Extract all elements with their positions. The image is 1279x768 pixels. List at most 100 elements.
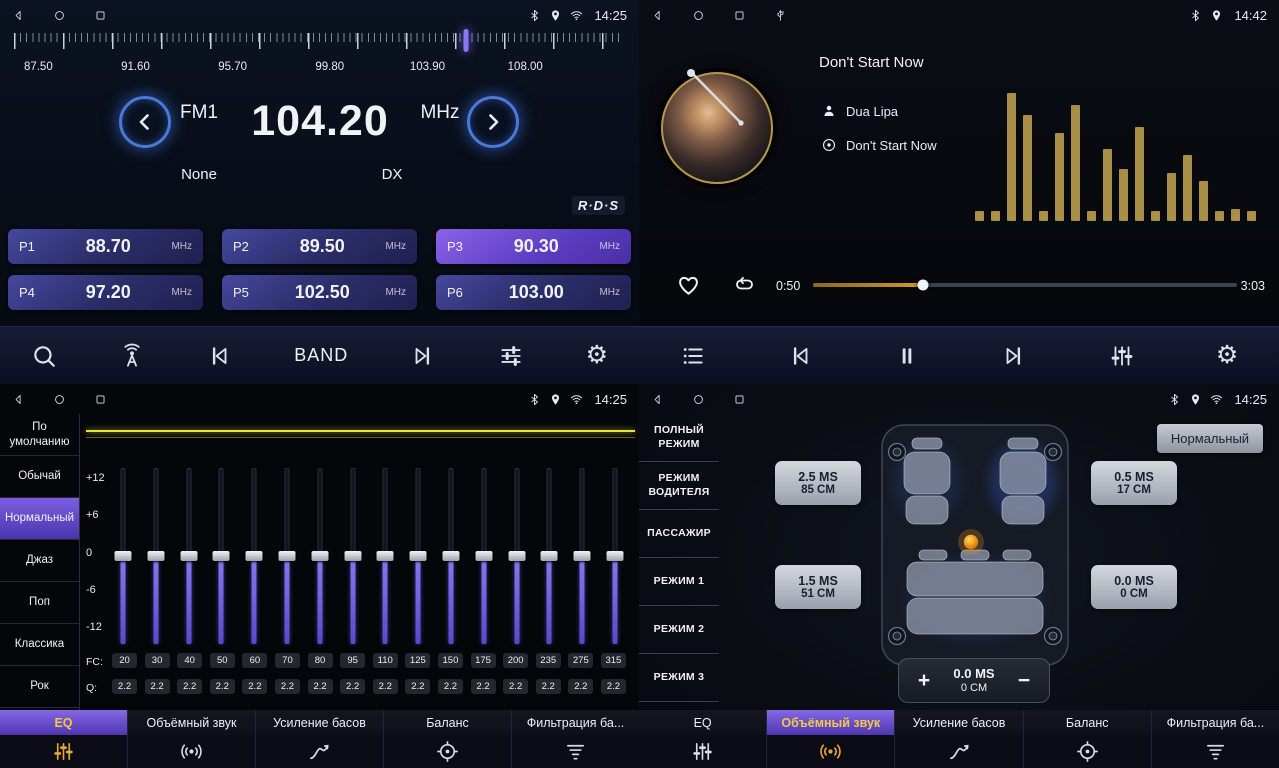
eq-slider-knob[interactable]: [213, 551, 230, 561]
eq-band-slider-275[interactable]: [571, 468, 593, 644]
delay-front-right[interactable]: 0.5 MS 17 CM: [1091, 461, 1177, 505]
fc-value-50[interactable]: 50: [210, 653, 235, 668]
seek-bar[interactable]: [813, 283, 1237, 287]
fc-value-175[interactable]: 175: [471, 653, 496, 668]
eq-slider-knob[interactable]: [442, 551, 459, 561]
mode-2[interactable]: РЕЖИМ 2: [639, 606, 719, 654]
preset-p6[interactable]: P6 103.00 MHz: [436, 275, 631, 310]
delay-front-left[interactable]: 2.5 MS 85 CM: [775, 461, 861, 505]
preset-p2[interactable]: P2 89.50 MHz: [222, 229, 417, 264]
eq-slider-knob[interactable]: [311, 551, 328, 561]
eq-preset-pop[interactable]: Поп: [0, 582, 79, 624]
tab-bass-boost[interactable]: Усиление басов: [256, 710, 384, 768]
eq-slider-knob[interactable]: [410, 551, 427, 561]
eq-band-slider-110[interactable]: [374, 468, 396, 644]
fc-value-80[interactable]: 80: [308, 653, 333, 668]
tab-balance[interactable]: Баланс: [1024, 710, 1152, 768]
eq-band-slider-315[interactable]: [604, 468, 626, 644]
q-value[interactable]: 2.2: [145, 679, 170, 694]
seek-down-button[interactable]: [119, 96, 171, 148]
preset-p5[interactable]: P5 102.50 MHz: [222, 275, 417, 310]
recents-icon[interactable]: [733, 393, 746, 406]
fc-value-235[interactable]: 235: [536, 653, 561, 668]
favorite-heart-icon[interactable]: [675, 271, 702, 298]
back-icon[interactable]: [12, 9, 25, 22]
eq-band-slider-125[interactable]: [407, 468, 429, 644]
home-icon[interactable]: [53, 393, 66, 406]
q-value[interactable]: 2.2: [242, 679, 267, 694]
repeat-mode-icon[interactable]: [731, 273, 758, 297]
eq-slider-knob[interactable]: [278, 551, 295, 561]
mode-passenger[interactable]: ПАССАЖИР: [639, 510, 719, 558]
eq-preset-custom[interactable]: Обычай: [0, 456, 79, 498]
fc-value-110[interactable]: 110: [373, 653, 398, 668]
eq-preset-default[interactable]: По умолчанию: [0, 414, 79, 456]
eq-band-slider-40[interactable]: [178, 468, 200, 644]
eq-slider-knob[interactable]: [115, 551, 132, 561]
recents-icon[interactable]: [94, 9, 107, 22]
fc-value-40[interactable]: 40: [177, 653, 202, 668]
eq-slider-knob[interactable]: [606, 551, 623, 561]
fc-value-20[interactable]: 20: [112, 653, 137, 668]
frequency-ruler[interactable]: 87.50 91.60 95.70 99.80 103.90 108.00: [0, 33, 639, 83]
recents-icon[interactable]: [733, 9, 746, 22]
eq-band-slider-235[interactable]: [538, 468, 560, 644]
eq-band-slider-80[interactable]: [309, 468, 331, 644]
eq-preset-rock[interactable]: Рок: [0, 666, 79, 708]
tab-eq[interactable]: EQ: [0, 710, 128, 768]
delay-decrease-button[interactable]: −: [1012, 669, 1036, 693]
preset-p3[interactable]: P3 90.30 MHz: [436, 229, 631, 264]
fc-value-70[interactable]: 70: [275, 653, 300, 668]
fc-value-275[interactable]: 275: [568, 653, 593, 668]
eq-preset-classic[interactable]: Классика: [0, 624, 79, 666]
broadcast-icon[interactable]: [119, 343, 145, 369]
previous-track-icon[interactable]: [787, 343, 813, 369]
eq-band-slider-20[interactable]: [112, 468, 134, 644]
tab-filter[interactable]: Фильтрация ба...: [512, 710, 639, 768]
q-value[interactable]: 2.2: [438, 679, 463, 694]
seek-up-button[interactable]: [467, 96, 519, 148]
eq-preset-jazz[interactable]: Джаз: [0, 540, 79, 582]
tab-eq[interactable]: EQ: [639, 710, 767, 768]
fc-value-95[interactable]: 95: [340, 653, 365, 668]
preset-p1[interactable]: P1 88.70 MHz: [8, 229, 203, 264]
q-value[interactable]: 2.2: [177, 679, 202, 694]
equalizer-icon[interactable]: [498, 343, 524, 369]
sound-preset-button[interactable]: Нормальный: [1157, 424, 1263, 453]
fc-value-150[interactable]: 150: [438, 653, 463, 668]
q-value[interactable]: 2.2: [601, 679, 626, 694]
preset-p4[interactable]: P4 97.20 MHz: [8, 275, 203, 310]
fc-value-30[interactable]: 30: [145, 653, 170, 668]
delay-rear-left[interactable]: 1.5 MS 51 CM: [775, 565, 861, 609]
q-value[interactable]: 2.2: [373, 679, 398, 694]
home-icon[interactable]: [53, 9, 66, 22]
eq-band-slider-50[interactable]: [210, 468, 232, 644]
mode-full[interactable]: ПОЛНЫЙ РЕЖИМ: [639, 414, 719, 462]
delay-rear-right[interactable]: 0.0 MS 0 CM: [1091, 565, 1177, 609]
eq-slider-knob[interactable]: [246, 551, 263, 561]
eq-band-slider-60[interactable]: [243, 468, 265, 644]
tab-balance[interactable]: Баланс: [384, 710, 512, 768]
eq-slider-knob[interactable]: [377, 551, 394, 561]
mode-driver[interactable]: РЕЖИМ ВОДИТЕЛЯ: [639, 462, 719, 510]
pause-icon[interactable]: [894, 343, 920, 369]
eq-band-slider-175[interactable]: [473, 468, 495, 644]
fc-value-315[interactable]: 315: [601, 653, 626, 668]
scan-icon[interactable]: [31, 343, 57, 369]
q-value[interactable]: 2.2: [405, 679, 430, 694]
back-icon[interactable]: [651, 9, 664, 22]
eq-slider-knob[interactable]: [475, 551, 492, 561]
eq-slider-knob[interactable]: [344, 551, 361, 561]
next-station-icon[interactable]: [410, 343, 436, 369]
q-value[interactable]: 2.2: [340, 679, 365, 694]
mode-3[interactable]: РЕЖИМ 3: [639, 654, 719, 702]
fc-value-125[interactable]: 125: [405, 653, 430, 668]
delay-increase-button[interactable]: +: [912, 669, 936, 693]
q-value[interactable]: 2.2: [568, 679, 593, 694]
q-value[interactable]: 2.2: [471, 679, 496, 694]
recents-icon[interactable]: [94, 393, 107, 406]
previous-station-icon[interactable]: [206, 343, 232, 369]
eq-slider-knob[interactable]: [508, 551, 525, 561]
tab-surround[interactable]: Объёмный звук: [128, 710, 256, 768]
tab-bass-boost[interactable]: Усиление басов: [895, 710, 1023, 768]
